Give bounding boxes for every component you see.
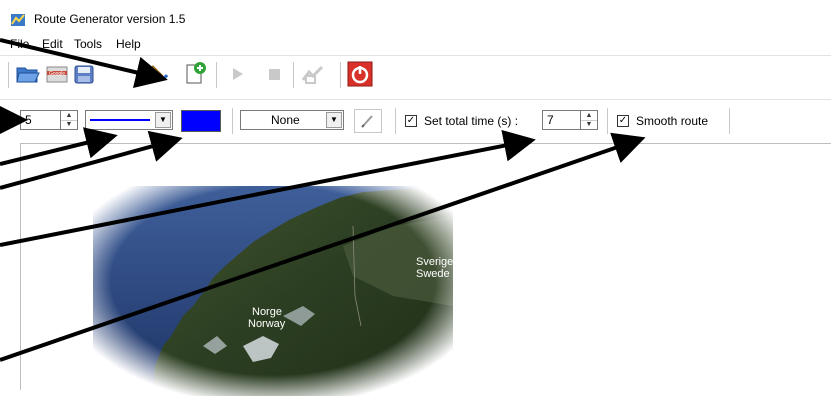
save-button[interactable] xyxy=(71,61,97,87)
app-icon xyxy=(11,14,25,26)
menu-file[interactable]: File xyxy=(10,37,29,51)
total-time-value: 7 xyxy=(547,113,554,127)
save-icon xyxy=(74,65,94,84)
play-button[interactable] xyxy=(224,61,250,87)
total-time-label: Set total time (s) : xyxy=(424,114,519,128)
options-separator-1 xyxy=(232,108,233,134)
google-earth-button[interactable]: Google xyxy=(44,61,70,87)
line-width-stepper[interactable]: 5 ▲ ▼ xyxy=(20,110,78,130)
play-icon xyxy=(233,68,243,80)
toolbar-separator-3 xyxy=(340,62,341,88)
marker-edit-button[interactable] xyxy=(354,109,382,133)
spin-down-icon[interactable]: ▼ xyxy=(581,120,597,129)
map-label-norge: Norge xyxy=(252,306,282,318)
chevron-down-icon[interactable]: ▼ xyxy=(326,112,342,128)
edit-route-button[interactable] xyxy=(143,61,169,87)
line-style-preview xyxy=(90,119,150,121)
stop-icon xyxy=(269,69,280,80)
options-separator-3 xyxy=(607,108,608,134)
route-tool-icon xyxy=(301,65,324,84)
map-canvas[interactable]: Sverige Swede Norge Norway xyxy=(20,143,831,396)
route-tool-button[interactable] xyxy=(300,61,326,87)
power-icon xyxy=(347,61,373,87)
menu-edit[interactable]: Edit xyxy=(42,37,63,51)
map-label-sweden: Swede xyxy=(416,268,450,280)
options-separator-4 xyxy=(729,108,730,134)
smooth-route-label: Smooth route xyxy=(636,114,709,128)
toolbar-separator-2 xyxy=(293,62,294,88)
menu-help[interactable]: Help xyxy=(116,37,141,51)
color-swatch-button[interactable] xyxy=(181,110,221,132)
menu-bar: File Edit Tools Help xyxy=(0,34,831,54)
line-width-value: 5 xyxy=(25,113,32,127)
open-button[interactable] xyxy=(15,61,41,87)
stop-button[interactable] xyxy=(261,61,287,87)
new-route-button[interactable] xyxy=(182,61,208,87)
pen-icon xyxy=(361,115,373,128)
menu-tools[interactable]: Tools xyxy=(74,37,102,51)
new-page-icon xyxy=(186,62,206,84)
map-label-norway: Norway xyxy=(248,318,286,330)
total-time-arrows[interactable]: ▲ ▼ xyxy=(580,111,597,129)
exit-button[interactable] xyxy=(347,61,373,87)
line-width-arrows[interactable]: ▲ ▼ xyxy=(60,111,77,129)
edit-route-icon xyxy=(143,65,169,81)
options-toolbar: 5 ▲ ▼ ▼ None ▼ ✓ Set total time (s) : 7 … xyxy=(0,100,831,142)
options-separator-2 xyxy=(395,108,396,134)
satellite-map-image xyxy=(93,186,453,396)
svg-text:Google: Google xyxy=(49,71,65,77)
toolbar-grip xyxy=(8,62,9,88)
spin-down-icon[interactable]: ▼ xyxy=(61,120,77,129)
marker-select[interactable]: None ▼ xyxy=(240,110,344,130)
open-folder-icon xyxy=(16,67,40,83)
google-earth-icon: Google xyxy=(46,66,68,83)
toolbar-separator-1 xyxy=(216,62,217,88)
marker-select-value: None xyxy=(271,113,300,127)
window-title: Route Generator version 1.5 xyxy=(34,12,186,26)
main-toolbar: Google xyxy=(0,56,831,98)
chevron-down-icon[interactable]: ▼ xyxy=(155,112,171,128)
total-time-checkbox[interactable]: ✓ xyxy=(405,115,417,127)
map-label-sverige: Sverige xyxy=(416,256,454,268)
title-bar: Route Generator version 1.5 xyxy=(0,0,831,34)
total-time-stepper[interactable]: 7 ▲ ▼ xyxy=(542,110,598,130)
smooth-route-checkbox[interactable]: ✓ xyxy=(617,115,629,127)
line-style-select[interactable]: ▼ xyxy=(85,110,173,130)
